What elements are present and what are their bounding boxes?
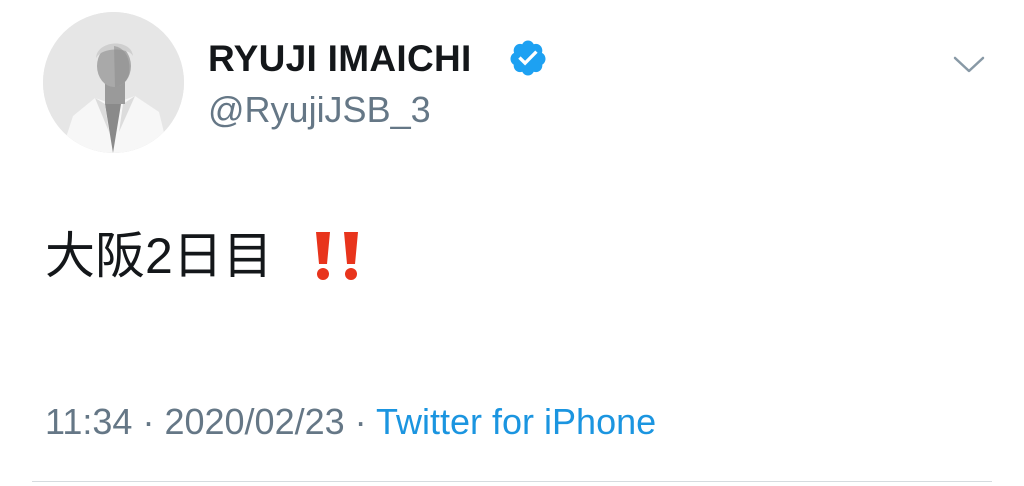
tweet-meta: 11:34 · 2020/02/23 · Twitter for iPhone — [45, 400, 656, 444]
avatar[interactable] — [43, 12, 184, 153]
meta-separator: · — [354, 401, 367, 442]
double-exclamation-icon — [316, 232, 358, 280]
chevron-down-icon[interactable] — [952, 54, 986, 76]
tweet-text: 大阪2日目 — [45, 228, 273, 284]
tweet-time[interactable]: 11:34 — [45, 401, 132, 442]
divider — [32, 481, 992, 482]
verified-badge-icon — [510, 40, 546, 76]
tweet-date[interactable]: 2020/02/23 — [164, 401, 344, 442]
meta-separator: · — [142, 401, 155, 442]
user-handle[interactable]: @RyujiJSB_3 — [208, 89, 431, 131]
avatar-photo — [43, 12, 184, 153]
display-name[interactable]: RYUJI IMAICHI — [208, 38, 472, 80]
tweet-source-link[interactable]: Twitter for iPhone — [376, 401, 656, 442]
tweet-card: RYUJI IMAICHI @RyujiJSB_3 大阪2日目 11:34 · … — [0, 0, 1024, 486]
